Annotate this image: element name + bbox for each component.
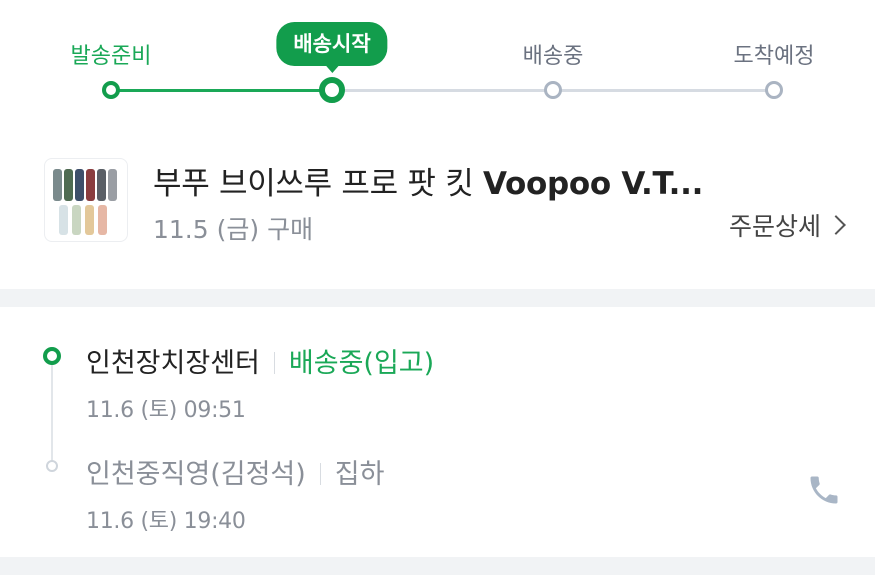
step-label-in-transit: 배송중	[522, 44, 584, 69]
product-name[interactable]: 부푸 브이쓰루 프로 팟 킷 Voopoo V.T...	[153, 158, 703, 203]
step-label-preparing: 발송준비	[70, 44, 152, 69]
separator	[273, 352, 275, 374]
order-detail-link[interactable]: 주문상세	[728, 207, 846, 243]
progress-track-completed	[111, 89, 332, 92]
step-dot-expected-arrival	[765, 81, 783, 99]
product-thumbnail[interactable]	[44, 158, 128, 242]
step-dot-shipping-started	[319, 77, 345, 103]
section-divider-bottom	[0, 557, 875, 575]
timeline-dot-past	[46, 460, 58, 472]
order-detail-label: 주문상세	[728, 212, 821, 241]
tracking-event: 인천장치장센터 배송중(입고) 11.6 (토) 09:51	[86, 341, 434, 424]
phone-icon	[810, 476, 838, 504]
tracking-event-status: 배송중(입고)	[288, 348, 435, 379]
step-dot-preparing	[102, 81, 120, 99]
tracking-event-status: 집하	[334, 459, 385, 490]
timeline-line	[51, 364, 53, 464]
step-label-expected-arrival: 도착예정	[733, 44, 815, 69]
tracking-event-time: 11.6 (토) 09:51	[86, 398, 246, 423]
delivery-progress-stepper: 발송준비 배송시작 배송중 도착예정	[0, 0, 875, 130]
tracking-event-location: 인천중직영(김정석)	[86, 459, 306, 490]
step-label-shipping-started: 배송시작	[276, 22, 388, 73]
separator	[319, 463, 321, 485]
tracking-event: 인천중직영(김정석) 집하 11.6 (토) 19:40	[86, 452, 384, 535]
tracking-event-time: 11.6 (토) 19:40	[86, 509, 246, 534]
purchase-date: 11.5 (금) 구매	[153, 215, 314, 244]
timeline-dot-active	[43, 347, 61, 365]
tracking-event-location: 인천장치장센터	[86, 348, 260, 379]
call-courier-button[interactable]	[806, 472, 842, 508]
chevron-right-icon	[826, 215, 846, 235]
section-divider	[0, 289, 875, 307]
step-dot-in-transit	[544, 81, 562, 99]
